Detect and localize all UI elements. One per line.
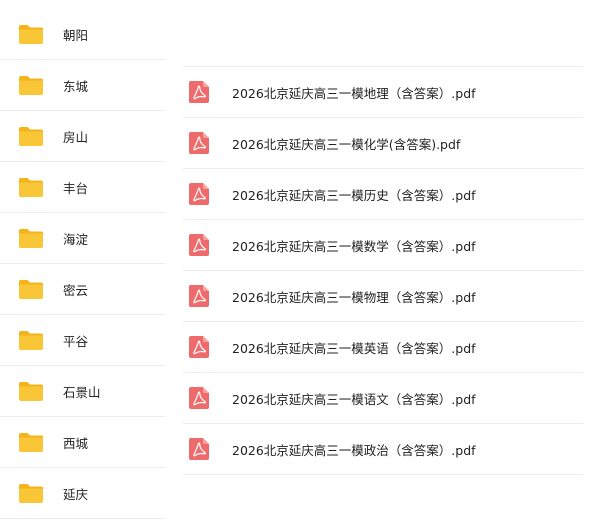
pdf-icon	[189, 387, 209, 409]
folder-item-fangshan[interactable]: 房山	[0, 111, 165, 162]
file-list: 2026北京延庆高三一模地理（含答案）.pdf 2026北京延庆高三一模化学(含…	[183, 66, 583, 475]
pdf-icon	[189, 438, 209, 460]
file-item[interactable]: 2026北京延庆高三一模数学（含答案）.pdf	[183, 220, 583, 271]
folder-item-chaoyang[interactable]: 朝阳	[0, 9, 165, 60]
file-item[interactable]: 2026北京延庆高三一模英语（含答案）.pdf	[183, 322, 583, 373]
file-name: 2026北京延庆高三一模数学（含答案）.pdf	[232, 238, 476, 254]
file-name: 2026北京延庆高三一模物理（含答案）.pdf	[232, 289, 476, 305]
pdf-icon	[189, 81, 209, 103]
pdf-icon	[189, 234, 209, 256]
file-name: 2026北京延庆高三一模英语（含答案）.pdf	[232, 340, 476, 356]
pdf-icon	[189, 132, 209, 154]
folder-label: 石景山	[63, 384, 101, 400]
folder-icon	[18, 329, 44, 351]
file-name: 2026北京延庆高三一模地理（含答案）.pdf	[232, 85, 476, 101]
file-name: 2026北京延庆高三一模语文（含答案）.pdf	[232, 391, 476, 407]
folder-label: 平谷	[63, 333, 89, 349]
folder-item-haidian[interactable]: 海淀	[0, 213, 165, 264]
file-browser: 朝阳 东城 房山 丰台 海淀 密云 平谷 石景山 西城 延庆 2026北京延庆高…	[0, 0, 597, 525]
folder-label: 海淀	[63, 231, 89, 247]
pdf-icon	[189, 285, 209, 307]
folder-list: 朝阳 东城 房山 丰台 海淀 密云 平谷 石景山 西城 延庆	[0, 9, 165, 519]
folder-icon	[18, 125, 44, 147]
folder-icon	[18, 482, 44, 504]
file-item[interactable]: 2026北京延庆高三一模化学(含答案).pdf	[183, 118, 583, 169]
file-name: 2026北京延庆高三一模历史（含答案）.pdf	[232, 187, 476, 203]
file-item[interactable]: 2026北京延庆高三一模历史（含答案）.pdf	[183, 169, 583, 220]
folder-label: 房山	[63, 129, 89, 145]
folder-item-pinggu[interactable]: 平谷	[0, 315, 165, 366]
file-item[interactable]: 2026北京延庆高三一模政治（含答案）.pdf	[183, 424, 583, 475]
folder-icon	[18, 278, 44, 300]
file-item[interactable]: 2026北京延庆高三一模物理（含答案）.pdf	[183, 271, 583, 322]
folder-item-shijingshan[interactable]: 石景山	[0, 366, 165, 417]
folder-item-xicheng[interactable]: 西城	[0, 417, 165, 468]
folder-item-fengtai[interactable]: 丰台	[0, 162, 165, 213]
folder-icon	[18, 176, 44, 198]
folder-icon	[18, 431, 44, 453]
pdf-icon	[189, 183, 209, 205]
folder-item-miyun[interactable]: 密云	[0, 264, 165, 315]
file-name: 2026北京延庆高三一模化学(含答案).pdf	[232, 136, 461, 152]
file-item[interactable]: 2026北京延庆高三一模地理（含答案）.pdf	[183, 67, 583, 118]
folder-label: 丰台	[63, 180, 89, 196]
folder-label: 东城	[63, 78, 89, 94]
folder-item-dongcheng[interactable]: 东城	[0, 60, 165, 111]
folder-label: 西城	[63, 435, 89, 451]
folder-icon	[18, 227, 44, 249]
folder-icon	[18, 380, 44, 402]
folder-icon	[18, 23, 44, 45]
file-item[interactable]: 2026北京延庆高三一模语文（含答案）.pdf	[183, 373, 583, 424]
folder-label: 延庆	[63, 486, 89, 502]
folder-label: 朝阳	[63, 27, 89, 43]
file-name: 2026北京延庆高三一模政治（含答案）.pdf	[232, 442, 476, 458]
folder-icon	[18, 74, 44, 96]
pdf-icon	[189, 336, 209, 358]
folder-item-yanqing[interactable]: 延庆	[0, 468, 165, 519]
folder-label: 密云	[63, 282, 89, 298]
